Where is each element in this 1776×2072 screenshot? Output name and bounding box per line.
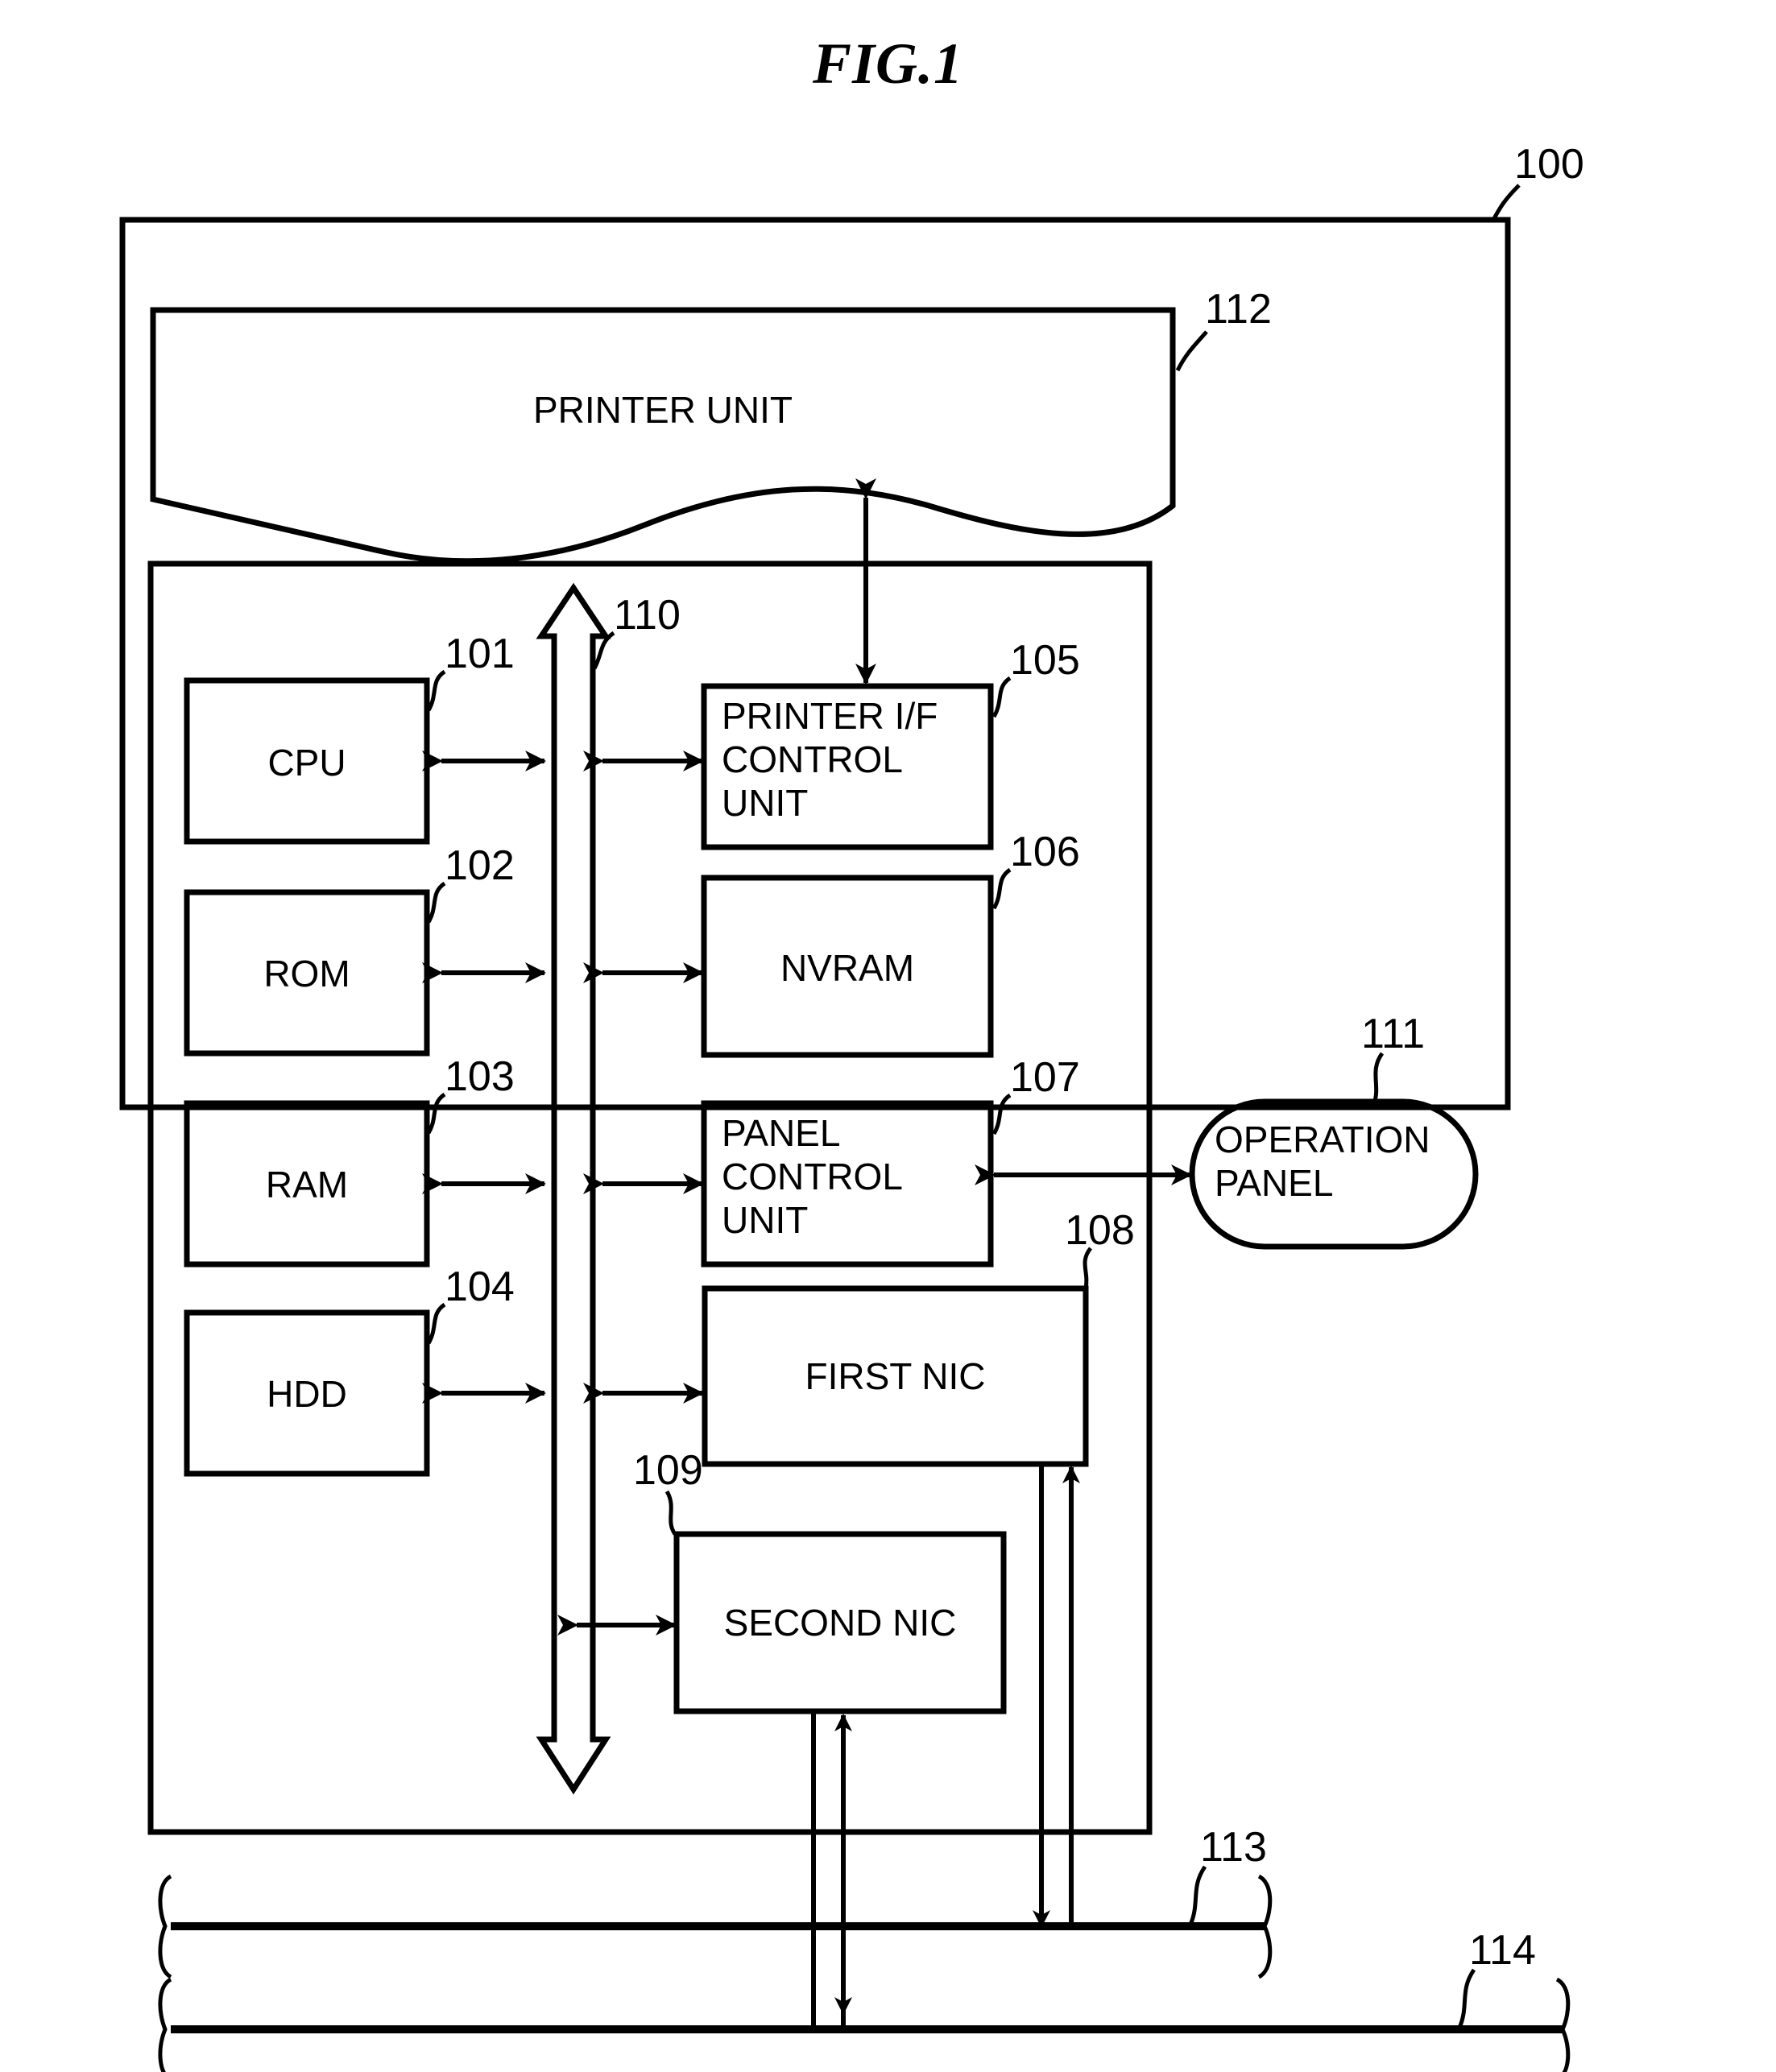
- cpu-label: CPU: [267, 742, 346, 784]
- panel-control-unit-label: PANEL CONTROL UNIT: [722, 1112, 903, 1241]
- ref-leader-105: [991, 676, 1012, 718]
- network-113-brace-left: [158, 1874, 172, 1979]
- ref-leader-107: [991, 1093, 1012, 1135]
- system-bus-outline: [536, 582, 611, 1795]
- ref-leader-103: [426, 1092, 446, 1135]
- ref-number-112: 112: [1205, 286, 1272, 333]
- ref-leader-113: [1188, 1865, 1207, 1925]
- ref-leader-100: [1490, 184, 1521, 223]
- ref-leader-109: [664, 1490, 677, 1536]
- ref-number-105: 105: [1010, 637, 1080, 684]
- printer-unit-label: PRINTER UNIT: [533, 389, 793, 431]
- ref-number-100: 100: [1514, 141, 1584, 188]
- ref-leader-114: [1457, 1968, 1476, 2029]
- ref-number-107: 107: [1010, 1054, 1080, 1101]
- ref-number-101: 101: [445, 631, 515, 677]
- ref-number-102: 102: [445, 842, 515, 889]
- ref-number-111: 111: [1361, 1011, 1426, 1057]
- ref-leader-104: [426, 1302, 446, 1345]
- ref-leader-112: [1175, 330, 1208, 372]
- ref-leader-108: [1083, 1247, 1093, 1289]
- ref-number-109: 109: [633, 1447, 703, 1494]
- ref-leader-106: [991, 867, 1012, 910]
- ref-leader-102: [426, 881, 446, 924]
- ref-number-104: 104: [445, 1263, 515, 1310]
- network-114-brace-left: [158, 1977, 172, 2072]
- nvram-label: NVRAM: [780, 947, 915, 989]
- printer-unit-shape: [150, 307, 1176, 565]
- figure-canvas: FIG.1 PRINTER UNIT CPU ROM RAM HDD PRINT…: [0, 0, 1776, 2072]
- diagram-svg: [119, 184, 1571, 2072]
- ref-leader-101: [426, 669, 446, 712]
- printer-if-control-unit-label: PRINTER I/F CONTROL UNIT: [722, 695, 938, 824]
- ref-number-106: 106: [1010, 829, 1080, 875]
- ram-label: RAM: [265, 1164, 349, 1206]
- ref-leader-111: [1372, 1052, 1385, 1104]
- operation-panel-label: OPERATION PANEL: [1215, 1119, 1430, 1204]
- ref-number-113: 113: [1200, 1824, 1267, 1871]
- hdd-label: HDD: [267, 1373, 347, 1415]
- ref-number-108: 108: [1065, 1207, 1135, 1254]
- ref-number-110: 110: [614, 592, 681, 639]
- ref-number-103: 103: [445, 1053, 515, 1100]
- second-nic-label: SECOND NIC: [723, 1602, 957, 1644]
- ref-number-114: 114: [1469, 1927, 1536, 1974]
- rom-label: ROM: [263, 953, 350, 995]
- first-nic-label: FIRST NIC: [805, 1355, 986, 1397]
